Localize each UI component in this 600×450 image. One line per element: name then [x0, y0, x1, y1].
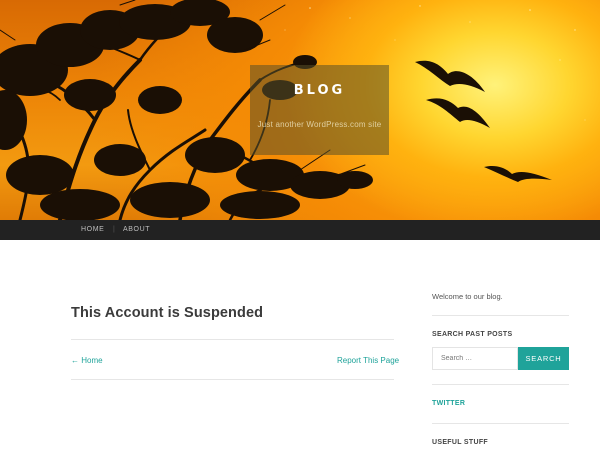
bird-3 — [484, 165, 552, 182]
sidebar-divider — [432, 423, 569, 424]
welcome-text: Welcome to our blog. — [432, 292, 503, 301]
main-navigation: HOME | ABOUT — [0, 220, 600, 240]
sidebar-divider — [432, 315, 569, 316]
nav-item-about[interactable]: ABOUT — [123, 226, 150, 233]
page-title: This Account is Suspended — [71, 305, 264, 321]
divider — [71, 339, 394, 340]
nav-item-home[interactable]: HOME — [81, 226, 104, 233]
sidebar-divider — [432, 384, 569, 385]
bird-2 — [426, 98, 490, 128]
divider — [71, 379, 394, 380]
bird-1 — [415, 60, 485, 92]
site-title[interactable]: BLOG — [250, 83, 389, 98]
search-input[interactable] — [432, 347, 518, 370]
useful-stuff-heading: USEFUL STUFF — [432, 439, 488, 446]
site-branding: BLOG Just another WordPress.com site — [250, 65, 389, 155]
search-heading: SEARCH PAST POSTS — [432, 331, 513, 338]
search-button[interactable]: SEARCH — [518, 347, 569, 370]
nav-separator: | — [113, 226, 115, 233]
twitter-heading-link[interactable]: TWITTER — [432, 400, 465, 407]
previous-page-link[interactable]: ← Home — [71, 356, 103, 365]
header-banner: BLOG Just another WordPress.com site — [0, 0, 600, 220]
site-tagline: Just another WordPress.com site — [257, 120, 382, 129]
report-page-link[interactable]: Report This Page — [337, 356, 399, 365]
